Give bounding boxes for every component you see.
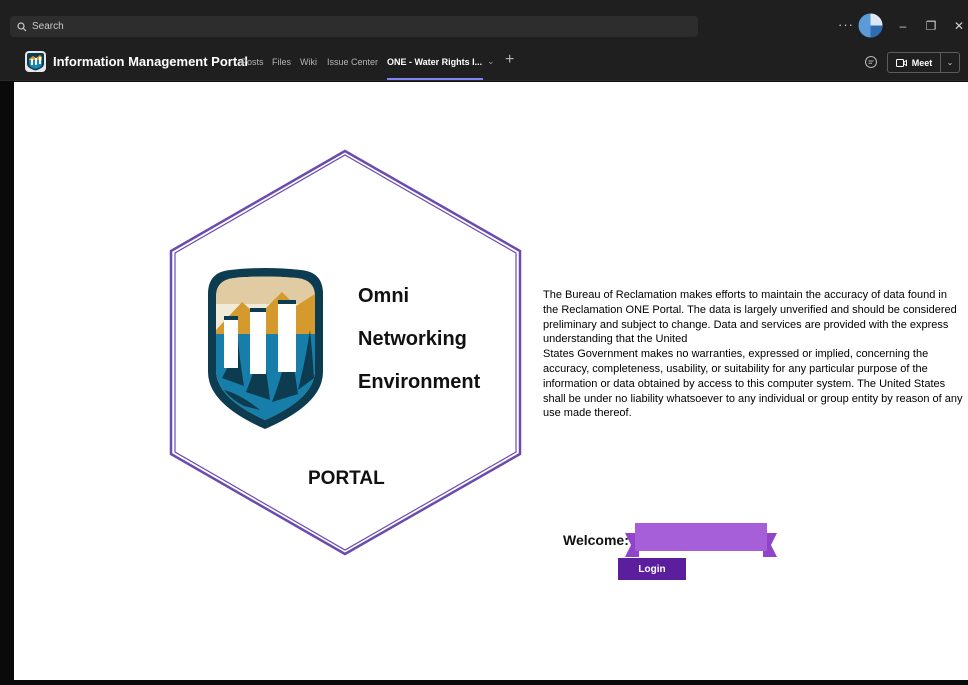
search-icon	[17, 21, 27, 31]
meet-button-label: Meet	[911, 57, 933, 68]
user-avatar[interactable]	[858, 13, 883, 38]
portal-label: PORTAL	[308, 468, 385, 489]
login-button[interactable]: Login	[618, 558, 686, 580]
tab-issue-center[interactable]: Issue Center	[327, 57, 378, 67]
welcome-name-ribbon	[625, 523, 777, 557]
welcome-label: Welcome:	[563, 532, 629, 548]
search-box[interactable]: Search	[10, 16, 698, 37]
add-tab-button[interactable]: +	[505, 51, 514, 69]
reclamation-logo-icon	[208, 268, 323, 429]
disclaimer-paragraph: States Government makes no warranties, e…	[543, 348, 963, 420]
team-logo-icon	[25, 51, 46, 72]
restore-button[interactable]: ❐	[920, 15, 942, 37]
logo-text-networking: Networking	[358, 328, 467, 350]
tab-posts[interactable]: Posts	[241, 57, 264, 67]
close-button[interactable]: ✕	[948, 15, 968, 37]
logo-text-environment: Environment	[358, 371, 481, 393]
meet-button[interactable]: Meet	[887, 52, 941, 73]
portal-page: Omni Networking Environment PORTAL The B…	[14, 82, 968, 680]
team-name: Information Management Portal	[53, 54, 249, 69]
chat-icon[interactable]	[864, 55, 878, 69]
minimize-button[interactable]: –	[892, 15, 914, 37]
tab-wiki[interactable]: Wiki	[300, 57, 317, 67]
tab-chevron-down-icon[interactable]: ⌄	[487, 56, 495, 67]
active-tab-indicator	[387, 78, 483, 80]
disclaimer-text: The Bureau of Reclamation makes efforts …	[543, 288, 963, 421]
app-window: Search ··· – ❐ ✕ Information Management …	[0, 0, 968, 685]
tab-one-water-rights[interactable]: ONE - Water Rights I...	[387, 57, 482, 67]
tab-files[interactable]: Files	[272, 57, 291, 67]
video-camera-icon	[895, 58, 907, 67]
tab-bar: Information Management Portal Posts File…	[0, 44, 968, 81]
title-bar: Search ··· – ❐ ✕	[0, 0, 968, 44]
meet-options-chevron-down-icon[interactable]: ⌄	[941, 52, 960, 73]
search-placeholder: Search	[32, 21, 64, 32]
disclaimer-paragraph: The Bureau of Reclamation makes efforts …	[543, 289, 957, 346]
logo-text-omni: Omni	[358, 285, 410, 307]
more-options-button[interactable]: ···	[838, 17, 854, 32]
